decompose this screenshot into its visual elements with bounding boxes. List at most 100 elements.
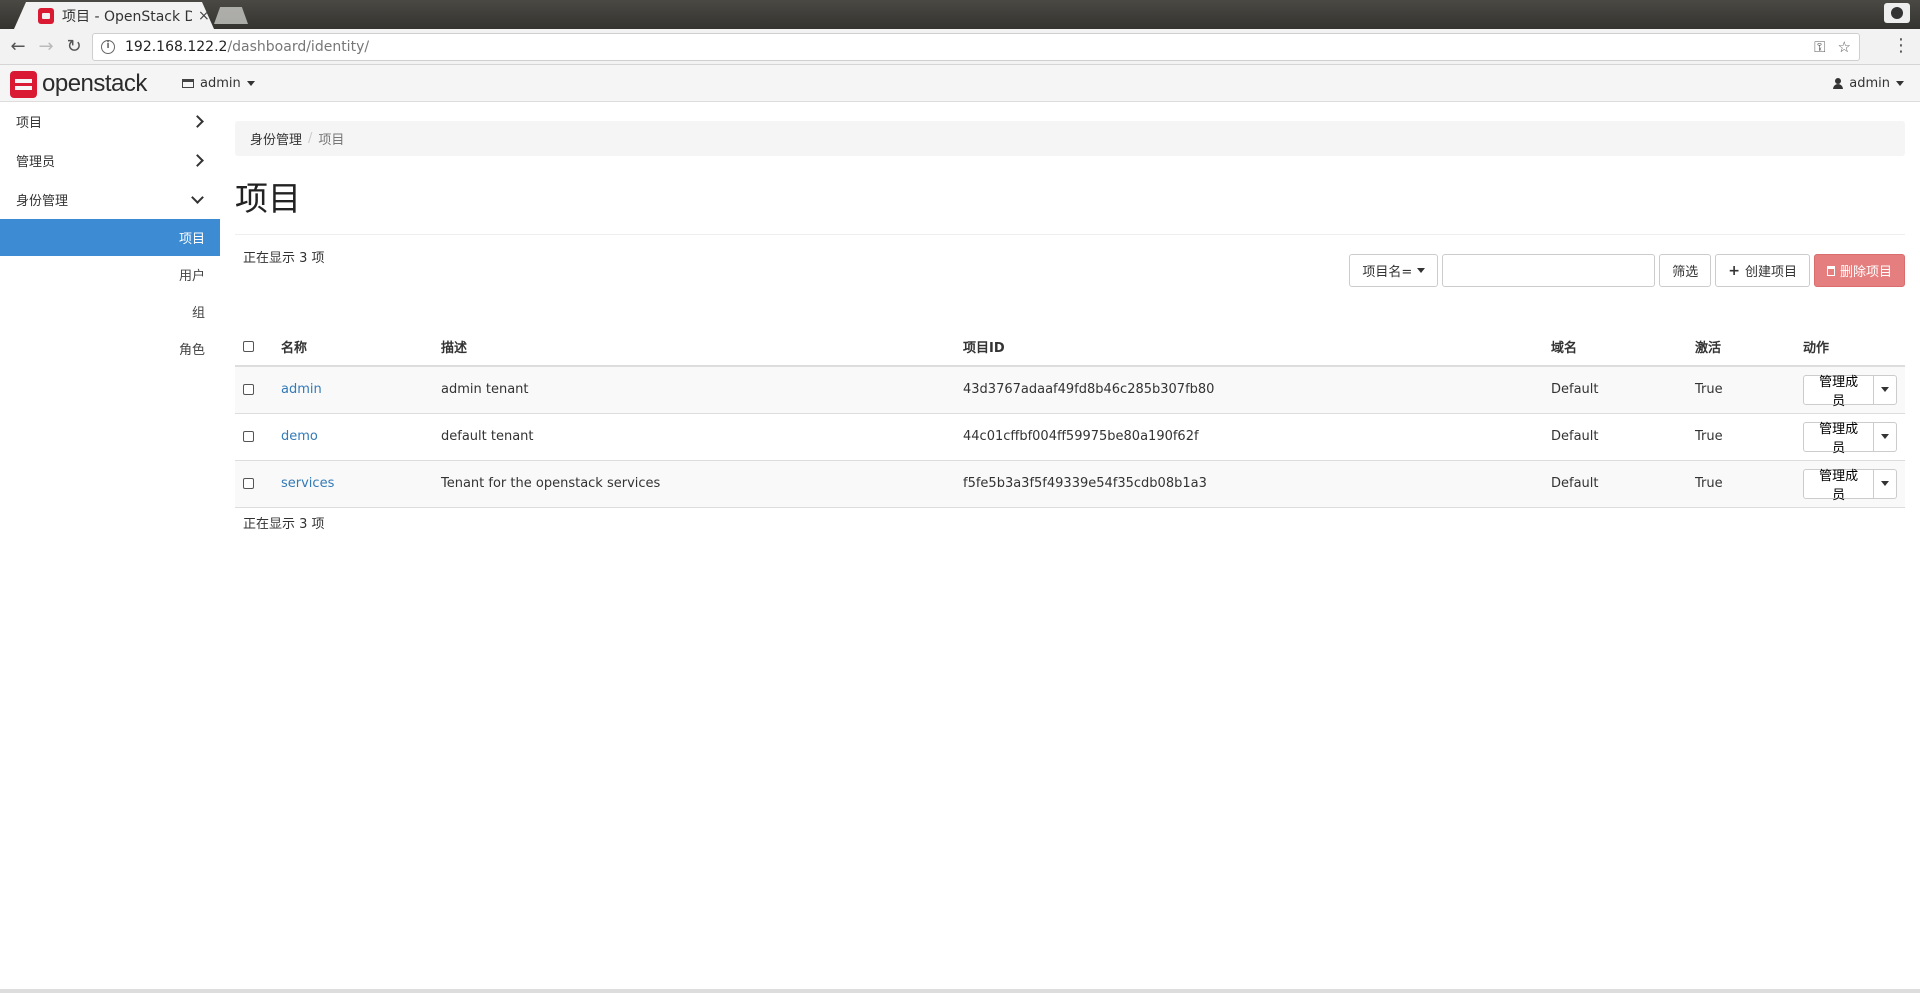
plus-icon: +: [1728, 262, 1740, 279]
projects-table: 名称 描述 项目ID 域名 激活 动作 admin admin tenant 4…: [235, 328, 1905, 508]
project-description: admin tenant: [433, 366, 955, 414]
row-checkbox[interactable]: [243, 384, 254, 396]
column-header-enabled[interactable]: 激活: [1687, 328, 1795, 367]
sidebar-item-label: 组: [191, 306, 205, 321]
url-host: 192.168.122.2: [125, 39, 228, 55]
filter-input[interactable]: [1442, 254, 1656, 287]
row-checkbox[interactable]: [243, 478, 254, 489]
project-name-cell: services: [273, 460, 433, 508]
create-project-label: 创建项目: [1744, 265, 1797, 280]
column-header-project-id[interactable]: 项目ID: [955, 328, 1543, 367]
project-name-link[interactable]: services: [281, 476, 334, 491]
delete-projects-button[interactable]: 删除项目: [1813, 254, 1905, 287]
row-actions-dropdown[interactable]: [1874, 421, 1897, 452]
site-info-icon[interactable]: i: [101, 40, 115, 54]
select-all-checkbox[interactable]: [243, 341, 254, 352]
project-id: 43d3767adaaf49fd8b46c285b307fb80: [955, 366, 1543, 414]
column-header-name[interactable]: 名称: [273, 328, 433, 367]
chevron-right-icon: [191, 115, 204, 128]
openstack-logo[interactable]: openstack: [10, 70, 147, 98]
row-actions-cell: 管理成员: [1795, 366, 1905, 414]
manage-members-button[interactable]: 管理成员: [1803, 374, 1875, 408]
browser-tab[interactable]: 项目 - OpenStack Dashboard ×: [14, 2, 214, 29]
table-row: services Tenant for the openstack servic…: [235, 460, 1905, 508]
profile-button[interactable]: [1884, 3, 1910, 23]
close-tab-icon[interactable]: ×: [198, 8, 210, 24]
reload-icon[interactable]: ↻: [62, 35, 86, 59]
main-content: 身份管理 / 项目 项目 项目名= 筛选 + 创建项目 删除项目 正在显示 3 …: [235, 102, 1905, 532]
project-domain: Default: [1543, 460, 1687, 508]
sidebar-group-project[interactable]: 项目: [0, 102, 220, 141]
breadcrumb-current: 项目: [318, 133, 345, 148]
table-row: demo default tenant 44c01cffbf004ff59975…: [235, 413, 1905, 461]
forward-arrow-icon[interactable]: →: [34, 35, 58, 59]
sidebar-group-admin[interactable]: 管理员: [0, 141, 220, 180]
project-enabled: True: [1687, 413, 1795, 461]
project-enabled: True: [1687, 460, 1795, 508]
key-icon[interactable]: ⚿: [1814, 38, 1825, 56]
sidebar-item-roles[interactable]: 角色: [0, 330, 220, 367]
project-domain: Default: [1543, 413, 1687, 461]
row-actions-dropdown[interactable]: [1874, 468, 1897, 499]
breadcrumb: 身份管理 / 项目: [235, 121, 1905, 156]
caret-down-icon: [246, 81, 255, 86]
row-select-cell: [235, 366, 273, 414]
url-path: /dashboard/identity/: [227, 39, 370, 55]
row-actions-dropdown[interactable]: [1874, 374, 1897, 405]
new-tab-button[interactable]: [214, 7, 248, 24]
sidebar-group-label: 身份管理: [16, 194, 69, 209]
project-name-link[interactable]: demo: [281, 429, 318, 444]
bookmark-star-icon[interactable]: ☆: [1838, 38, 1851, 56]
address-bar[interactable]: i 192.168.122.2/dashboard/identity/ ⚿ ☆: [92, 33, 1860, 61]
project-id: f5fe5b3a3f5f49339e54f35cdb08b1a3: [955, 460, 1543, 508]
caret-down-icon: [1417, 268, 1426, 273]
sidebar-item-groups[interactable]: 组: [0, 293, 220, 330]
bottom-edge: [0, 989, 1920, 993]
create-project-button[interactable]: + 创建项目: [1715, 254, 1810, 287]
row-actions-cell: 管理成员: [1795, 413, 1905, 461]
openstack-favicon-icon: [38, 7, 54, 24]
table-row: admin admin tenant 43d3767adaaf49fd8b46c…: [235, 366, 1905, 414]
project-id: 44c01cffbf004ff59975be80a190f62f: [955, 413, 1543, 461]
row-checkbox[interactable]: [243, 431, 254, 442]
page-title: 项目: [235, 172, 1905, 235]
column-header-domain[interactable]: 域名: [1543, 328, 1687, 367]
sidebar-item-label: 项目: [178, 232, 205, 247]
project-description: default tenant: [433, 413, 955, 461]
project-description: Tenant for the openstack services: [433, 460, 955, 508]
project-name-cell: demo: [273, 413, 433, 461]
user-icon: [1833, 78, 1844, 89]
profile-icon: [1891, 7, 1903, 19]
row-actions-cell: 管理成员: [1795, 460, 1905, 508]
browser-toolbar: ← → ↻ i 192.168.122.2/dashboard/identity…: [0, 29, 1920, 65]
sidebar: 项目 管理员 身份管理 项目 用户 组 角色: [0, 102, 220, 993]
manage-members-button[interactable]: 管理成员: [1803, 421, 1875, 455]
filter-field-label: 项目名=: [1362, 265, 1413, 280]
project-icon: [182, 79, 194, 88]
project-selector-label: admin: [200, 76, 241, 91]
user-menu[interactable]: admin: [1833, 76, 1904, 91]
sidebar-item-projects[interactable]: 项目: [0, 219, 220, 256]
item-count-top: 正在显示 3 项: [243, 251, 325, 266]
app-header: openstack admin admin: [0, 65, 1920, 102]
back-arrow-icon[interactable]: ←: [6, 35, 30, 59]
filter-button[interactable]: 筛选: [1659, 254, 1712, 287]
select-all-header: [235, 328, 273, 367]
project-name-link[interactable]: admin: [281, 382, 322, 397]
row-select-cell: [235, 413, 273, 461]
browser-menu-icon[interactable]: ⋮: [1892, 35, 1910, 56]
sidebar-item-users[interactable]: 用户: [0, 256, 220, 293]
caret-down-icon: [1881, 434, 1890, 439]
openstack-logo-icon: [10, 70, 37, 98]
manage-members-button[interactable]: 管理成员: [1803, 468, 1875, 502]
breadcrumb-separator: /: [308, 131, 313, 146]
project-selector[interactable]: admin: [182, 76, 255, 91]
logo-text: openstack: [42, 70, 147, 97]
sidebar-group-identity[interactable]: 身份管理: [0, 180, 220, 219]
column-header-description[interactable]: 描述: [433, 328, 955, 367]
sidebar-item-label: 用户: [178, 269, 205, 284]
row-select-cell: [235, 460, 273, 508]
filter-field-dropdown[interactable]: 项目名=: [1349, 254, 1439, 287]
project-enabled: True: [1687, 366, 1795, 414]
breadcrumb-parent-link[interactable]: 身份管理: [250, 129, 302, 148]
